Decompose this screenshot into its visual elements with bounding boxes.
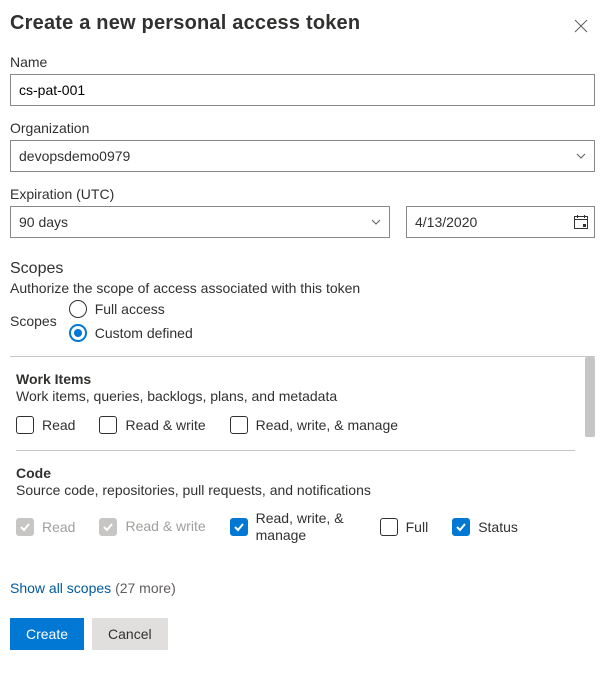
scope-perm-checkbox: Read & write — [99, 518, 205, 536]
checkbox-checked-icon — [16, 518, 34, 536]
scope-perm-checkbox[interactable]: Read & write — [99, 416, 205, 434]
expiration-field: Expiration (UTC) 90 days 4/13/2020 — [10, 186, 595, 238]
scope-group-title: Work Items — [16, 371, 575, 387]
radio-icon — [69, 324, 87, 342]
name-field: Name — [10, 54, 595, 106]
show-all-scopes-link[interactable]: Show all scopes — [10, 580, 111, 596]
checkbox-icon — [380, 518, 398, 536]
scope-perm-checkbox[interactable]: Read, write, & manage — [230, 416, 398, 434]
close-icon — [574, 19, 588, 33]
checkbox-icon — [230, 416, 248, 434]
organization-value: devopsdemo0979 — [19, 148, 130, 164]
expiration-duration-value: 90 days — [19, 214, 68, 230]
scope-perm-label: Read, write, & manage — [256, 510, 356, 544]
chevron-down-icon — [370, 216, 382, 228]
create-pat-dialog: Create a new personal access token Name … — [0, 0, 611, 680]
close-button[interactable] — [567, 12, 595, 40]
dialog-header: Create a new personal access token — [10, 12, 595, 40]
scope-perm-label: Read & write — [125, 518, 205, 535]
expiration-date-input[interactable]: 4/13/2020 — [406, 206, 595, 238]
scope-perm-label: Status — [478, 519, 518, 535]
scope-group-code: CodeSource code, repositories, pull requ… — [16, 451, 575, 560]
organization-label: Organization — [10, 120, 595, 136]
scopes-heading: Scopes — [10, 260, 595, 278]
show-all-count: (27 more) — [115, 580, 176, 596]
calendar-icon — [573, 214, 589, 230]
scope-group-title: Code — [16, 465, 575, 481]
scope-perm-label: Read — [42, 519, 75, 535]
scopes-description: Authorize the scope of access associated… — [10, 280, 595, 296]
scrollbar-thumb[interactable] — [585, 357, 595, 437]
scope-group-work-items: Work ItemsWork items, queries, backlogs,… — [16, 357, 575, 451]
scope-perm-checkbox[interactable]: Read — [16, 416, 75, 434]
scope-perm-checkbox[interactable]: Status — [452, 518, 518, 536]
scope-perm-checkbox[interactable]: Read, write, & manage — [230, 510, 356, 544]
checkbox-checked-icon — [452, 518, 470, 536]
dialog-footer: Create Cancel — [10, 618, 595, 650]
scope-perm-label: Read & write — [125, 417, 205, 433]
show-all-scopes-row: Show all scopes (27 more) — [10, 580, 595, 596]
scope-perm-row: Read Read & write Read, write, & manage Ful… — [16, 510, 575, 544]
create-button[interactable]: Create — [10, 618, 84, 650]
scope-perm-label: Read, write, & manage — [256, 417, 398, 433]
expiration-duration-select[interactable]: 90 days — [10, 206, 390, 238]
scope-perm-label: Full — [406, 519, 429, 535]
checkbox-icon — [16, 416, 34, 434]
scope-perm-row: Read Read & write Read, write, & manage — [16, 416, 575, 434]
scope-group-desc: Work items, queries, backlogs, plans, an… — [16, 388, 575, 404]
radio-custom-label: Custom defined — [95, 325, 193, 341]
chevron-down-icon — [575, 150, 587, 162]
radio-icon — [69, 300, 87, 318]
radio-full-access[interactable]: Full access — [69, 300, 193, 318]
dialog-title: Create a new personal access token — [10, 12, 360, 35]
organization-field: Organization devopsdemo0979 — [10, 120, 595, 172]
expiration-label: Expiration (UTC) — [10, 186, 595, 202]
cancel-button[interactable]: Cancel — [92, 618, 168, 650]
checkbox-icon — [99, 416, 117, 434]
name-label: Name — [10, 54, 595, 70]
radio-custom-defined[interactable]: Custom defined — [69, 324, 193, 342]
scope-perm-checkbox[interactable]: Full — [380, 518, 429, 536]
scope-perm-checkbox: Read — [16, 518, 75, 536]
name-input[interactable] — [10, 74, 595, 106]
scope-group-desc: Source code, repositories, pull requests… — [16, 482, 575, 498]
scopes-radio-row: Scopes Full access Custom defined — [10, 300, 595, 342]
scopes-label: Scopes — [10, 313, 57, 329]
organization-select[interactable]: devopsdemo0979 — [10, 140, 595, 172]
scopes-list: Work ItemsWork items, queries, backlogs,… — [10, 356, 595, 560]
checkbox-checked-icon — [99, 518, 117, 536]
radio-full-label: Full access — [95, 301, 165, 317]
scope-perm-label: Read — [42, 417, 75, 433]
expiration-date-value: 4/13/2020 — [415, 214, 477, 230]
checkbox-checked-icon — [230, 518, 248, 536]
